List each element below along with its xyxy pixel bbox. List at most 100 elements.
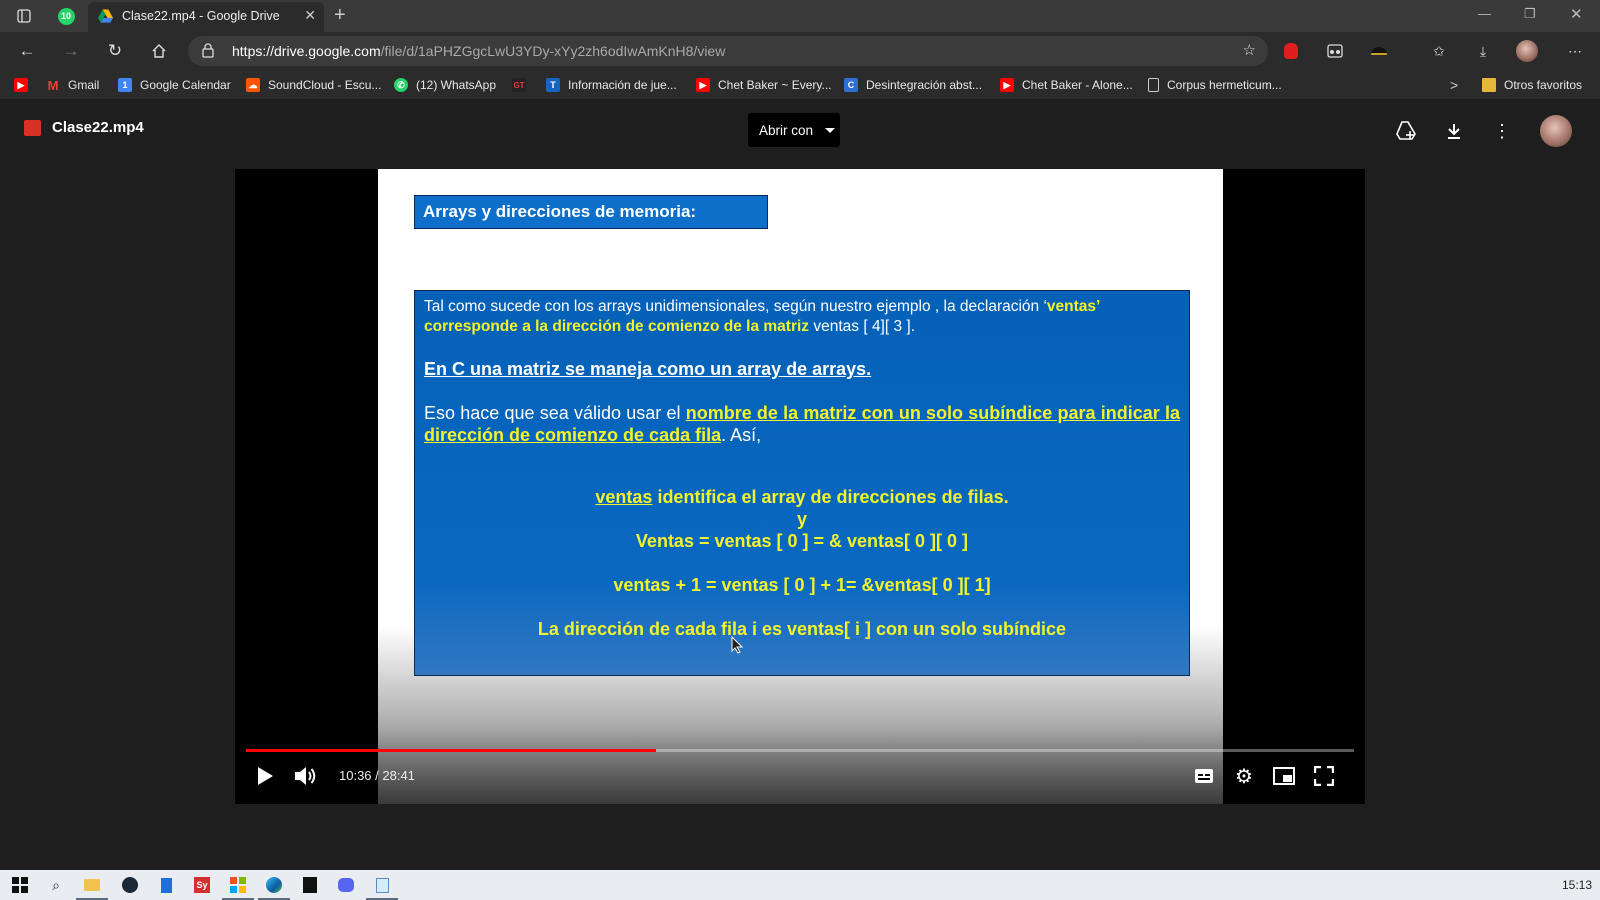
tab-active[interactable]: Clase22.mp4 - Google Drive ✕	[88, 2, 324, 32]
caret-down-icon	[825, 127, 836, 133]
bookmark-label: Gmail	[68, 78, 100, 92]
file-name: Clase22.mp4	[52, 119, 144, 136]
minimize-button[interactable]: —	[1478, 6, 1491, 21]
slide-heading: En C una matriz se maneja como un array …	[424, 359, 872, 379]
slide-formulas: ventas identifica el array de direccione…	[424, 486, 1180, 640]
bookmark-calendar[interactable]: 1 Google Calendar	[118, 76, 231, 94]
volume-icon[interactable]	[291, 762, 319, 790]
restore-button[interactable]: ❐	[1524, 6, 1536, 22]
settings-gear-icon[interactable]: ⚙	[1230, 762, 1258, 790]
bookmark-soundcloud[interactable]: ☁ SoundCloud - Escu...	[246, 76, 381, 94]
steam-icon[interactable]	[118, 874, 142, 896]
bookmark-corpus[interactable]: Corpus hermeticum...	[1148, 76, 1282, 94]
add-to-drive-icon[interactable]	[1394, 119, 1418, 143]
whatsapp-pinned-tab[interactable]: 10	[56, 6, 76, 26]
navigation-bar: ← → ↻ https://drive.google.com/file/d/1a…	[0, 32, 1600, 70]
add-favorite-icon[interactable]: ☆	[1243, 41, 1256, 59]
close-window-button[interactable]: ✕	[1570, 5, 1583, 23]
forward-icon[interactable]: →	[60, 40, 82, 62]
home-icon[interactable]	[148, 40, 170, 62]
video-file-icon	[24, 120, 41, 136]
bookmarks-overflow-chevron-icon[interactable]: >	[1450, 76, 1458, 94]
drive-viewer-header: Clase22.mp4 Abrir con ⋮	[0, 101, 1600, 161]
bookmark-chet-baker-every[interactable]: ▶ Chet Baker ~ Every...	[696, 76, 832, 94]
lock-icon[interactable]	[202, 43, 214, 58]
bookmark-desintegracion[interactable]: C Desintegración abst...	[844, 76, 982, 94]
mouse-cursor-icon	[731, 636, 743, 654]
bookmark-label: Desintegración abst...	[866, 78, 983, 92]
address-bar[interactable]: https://drive.google.com/file/d/1aPHZGgc…	[188, 36, 1268, 66]
new-tab-button[interactable]: +	[334, 4, 346, 27]
bookmark-label: Corpus hermeticum...	[1167, 78, 1282, 92]
reload-icon[interactable]: ↻	[104, 40, 126, 62]
extension-hand-icon[interactable]	[1280, 40, 1302, 62]
account-avatar[interactable]	[1540, 115, 1572, 147]
back-icon[interactable]: ←	[16, 40, 38, 62]
file-explorer-icon[interactable]	[76, 874, 108, 900]
tab-close-button[interactable]: ✕	[304, 7, 316, 24]
subtitles-icon[interactable]	[1190, 762, 1218, 790]
video-frame-slide: Arrays y direcciones de memoria: Tal com…	[378, 169, 1223, 804]
favorites-icon[interactable]: ✩	[1428, 40, 1450, 62]
slide-formula-line-5: La dirección de cada fila i es ventas[ i…	[537, 619, 1067, 639]
whatsapp-icon: ✆	[394, 78, 408, 92]
player-controls: 10:36 / 28:41 ⚙	[235, 729, 1365, 804]
document-app-icon[interactable]	[154, 874, 178, 896]
sy-app-icon[interactable]: Sy	[190, 874, 214, 896]
settings-more-icon[interactable]: ⋯	[1564, 40, 1586, 62]
extension-glasses-icon[interactable]	[1324, 40, 1346, 62]
gmail-icon: M	[47, 77, 59, 93]
epic-games-icon[interactable]	[298, 874, 322, 896]
time-display: 10:36 / 28:41	[339, 768, 415, 783]
c-icon: C	[844, 78, 858, 92]
tab-actions-icon[interactable]	[14, 6, 34, 26]
discord-icon[interactable]	[334, 874, 358, 896]
gt-icon: GT	[512, 78, 526, 92]
slide-formula-line-2: y	[796, 509, 807, 529]
fullscreen-icon[interactable]	[1310, 762, 1338, 790]
bookmark-youtube[interactable]: ▶	[14, 76, 36, 94]
url-path: /file/d/1aPHZGgcLwU3YDy-xYy2zh6odIwAmKnH…	[380, 43, 726, 59]
edge-browser-icon[interactable]	[258, 874, 290, 900]
slide-text: . Así,	[721, 425, 762, 445]
folder-icon	[1482, 78, 1496, 92]
url-text[interactable]: https://drive.google.com/file/d/1aPHZGgc…	[232, 43, 725, 59]
extension-hat-icon[interactable]	[1368, 40, 1390, 62]
more-options-icon[interactable]: ⋮	[1490, 119, 1514, 143]
windows-start-icon[interactable]	[8, 874, 32, 896]
profile-avatar[interactable]	[1516, 40, 1538, 62]
t-icon: T	[546, 78, 560, 92]
bookmark-label: Información de jue...	[568, 78, 677, 92]
notepad-icon[interactable]	[366, 874, 398, 900]
other-favorites-label: Otros favoritos	[1504, 78, 1583, 92]
open-with-label: Abrir con	[759, 122, 814, 138]
slide-formula-line-3: Ventas = ventas [ 0 ] = & ventas[ 0 ][ 0…	[635, 531, 969, 551]
play-button[interactable]	[251, 762, 279, 790]
other-favorites-folder[interactable]: Otros favoritos	[1482, 76, 1582, 94]
miniplayer-icon[interactable]	[1270, 762, 1298, 790]
whatsapp-badge: 10	[57, 7, 75, 25]
bookmark-label: Google Calendar	[140, 78, 231, 92]
windows-taskbar: ⌕ Sy 15:13	[0, 870, 1600, 900]
slide-text: identifica el array de direcciones de fi…	[652, 487, 1009, 507]
bookmark-label: Chet Baker ~ Every...	[718, 78, 832, 92]
downloads-icon[interactable]: ⤓	[1472, 40, 1494, 62]
soundcloud-icon: ☁	[246, 78, 260, 92]
bookmark-label: (12) WhatsApp	[416, 78, 497, 92]
bookmark-whatsapp[interactable]: ✆ (12) WhatsApp	[394, 76, 496, 94]
bookmark-chet-baker-alone[interactable]: ▶ Chet Baker - Alone...	[1000, 76, 1133, 94]
bookmark-gt[interactable]: GT	[512, 76, 534, 94]
bookmark-informacion[interactable]: T Información de jue...	[546, 76, 677, 94]
document-icon	[1148, 78, 1159, 92]
open-with-button[interactable]: Abrir con	[748, 113, 840, 147]
video-player[interactable]: Arrays y direcciones de memoria: Tal com…	[235, 169, 1365, 804]
store-app-icon[interactable]	[222, 874, 254, 900]
bookmark-label: SoundCloud - Escu...	[268, 78, 382, 92]
slide-formula-line-4: ventas + 1 = ventas [ 0 ] + 1= &ventas[ …	[613, 575, 991, 595]
bookmark-gmail[interactable]: M Gmail	[46, 76, 100, 94]
bookmark-label: Chet Baker - Alone...	[1022, 78, 1133, 92]
progress-bar[interactable]	[246, 749, 1354, 752]
search-icon[interactable]: ⌕	[44, 874, 68, 896]
download-icon[interactable]	[1442, 119, 1466, 143]
taskbar-clock[interactable]: 15:13	[1562, 878, 1592, 892]
